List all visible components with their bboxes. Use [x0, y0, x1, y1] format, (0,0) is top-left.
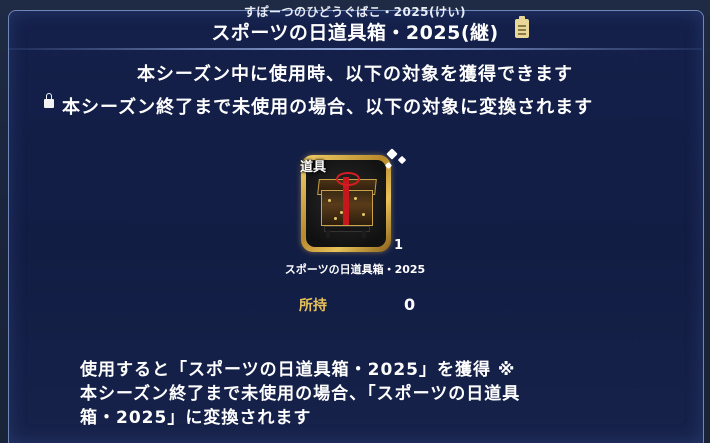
owned-label: 所持: [299, 298, 327, 314]
item-count: 1: [394, 238, 404, 253]
description: 使用すると「スポーツの日道具箱・2025」を獲得 ※ 本シーズン終了まで未使用の…: [80, 358, 640, 430]
stand-leg: [362, 230, 366, 238]
ribbon-bow: [336, 172, 360, 186]
description-line: 本シーズン終了まで未使用の場合、「スポーツの日道具: [80, 384, 521, 404]
description-line: 使用すると「スポーツの日道具箱・2025」を獲得 ※: [80, 360, 516, 380]
info-text-convert: 本シーズン終了まで未使用の場合、以下の対象に変換されます: [62, 97, 594, 118]
stand-leg: [326, 230, 330, 238]
clipboard-icon[interactable]: [515, 16, 529, 38]
owned-value: 0: [404, 295, 416, 314]
info-text-use: 本シーズン中に使用時、以下の対象を獲得できます: [136, 64, 574, 85]
item-category-tag: 道具: [300, 160, 327, 175]
lock-icon: [44, 93, 54, 108]
item-name: スポーツの日道具箱・2025: [284, 263, 426, 276]
page-title: スポーツの日道具箱・2025(継): [211, 22, 499, 44]
description-line: 箱・2025」に変換されます: [80, 408, 312, 428]
title-divider: [8, 48, 702, 50]
